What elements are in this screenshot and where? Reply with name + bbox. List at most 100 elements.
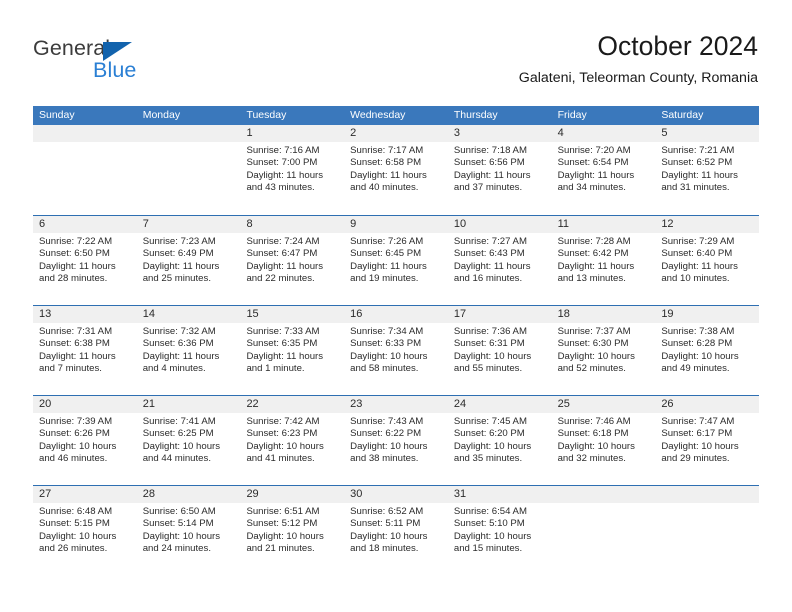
sunset-text: Sunset: 6:26 PM (39, 428, 110, 440)
calendar-day-cell[interactable]: 7 Sunrise: 7:23 AM Sunset: 6:49 PM Dayli… (136, 216, 241, 305)
daylight-text: Daylight: 10 hours and 58 minutes. (350, 350, 428, 374)
calendar-day-cell[interactable]: 16 Sunrise: 7:34 AM Sunset: 6:33 PM Dayl… (344, 306, 448, 395)
calendar-day-cell[interactable]: 23 Sunrise: 7:43 AM Sunset: 6:22 PM Dayl… (344, 396, 448, 485)
calendar-day-cell[interactable]: 31 Sunrise: 6:54 AM Sunset: 5:10 PM Dayl… (447, 486, 552, 579)
calendar-day-cell[interactable]: 5 Sunrise: 7:21 AM Sunset: 6:52 PM Dayli… (655, 125, 760, 215)
day-number-band: 4 (551, 125, 656, 142)
calendar-day-cell[interactable]: 6 Sunrise: 7:22 AM Sunset: 6:50 PM Dayli… (33, 216, 137, 305)
day-number: 21 (142, 398, 155, 410)
weekday-header-saturday: Saturday (661, 109, 704, 121)
sunset-text: Sunset: 5:14 PM (142, 518, 214, 530)
day-details (655, 503, 759, 506)
sunrise-text: Sunrise: 7:39 AM (39, 416, 113, 427)
calendar-day-cell[interactable]: 1 Sunrise: 7:16 AM Sunset: 7:00 PM Dayli… (240, 125, 345, 215)
daylight-text: Daylight: 10 hours and 29 minutes. (661, 440, 739, 464)
sunrise-text: Sunrise: 7:24 AM (246, 236, 320, 247)
weekday-header-wednesday: Wednesday (350, 109, 406, 121)
calendar-day-cell[interactable]: 21 Sunrise: 7:41 AM Sunset: 6:25 PM Dayl… (136, 396, 241, 485)
day-details (137, 142, 241, 145)
day-details: Sunrise: 7:23 AM Sunset: 6:49 PM Dayligh… (137, 233, 241, 285)
weekday-header-thursday: Thursday (453, 109, 498, 121)
day-number: 14 (142, 308, 155, 320)
daylight-text: Daylight: 10 hours and 24 minutes. (142, 530, 221, 554)
calendar-day-cell[interactable]: 13 Sunrise: 7:31 AM Sunset: 6:38 PM Dayl… (33, 306, 137, 395)
day-details: Sunrise: 7:33 AM Sunset: 6:35 PM Dayligh… (240, 323, 344, 375)
day-number: 3 (453, 127, 460, 139)
calendar-day-cell[interactable]: 4 Sunrise: 7:20 AM Sunset: 6:54 PM Dayli… (551, 125, 656, 215)
daylight-text: Daylight: 11 hours and 40 minutes. (350, 169, 427, 193)
calendar-day-cell[interactable]: 9 Sunrise: 7:26 AM Sunset: 6:45 PM Dayli… (344, 216, 448, 305)
calendar-day-cell[interactable]: 12 Sunrise: 7:29 AM Sunset: 6:40 PM Dayl… (655, 216, 760, 305)
sunset-text: Sunset: 6:22 PM (350, 428, 422, 440)
sunrise-text: Sunrise: 7:23 AM (142, 236, 216, 247)
sunrise-text: Sunrise: 6:52 AM (350, 506, 424, 517)
calendar-day-cell[interactable]: 14 Sunrise: 7:32 AM Sunset: 6:36 PM Dayl… (136, 306, 241, 395)
day-number-band (136, 125, 241, 142)
page-header: General Blue October 2024 Galateni, Tele… (0, 0, 792, 104)
daylight-text: Daylight: 10 hours and 26 minutes. (39, 530, 117, 554)
calendar-day-cell[interactable]: 11 Sunrise: 7:28 AM Sunset: 6:42 PM Dayl… (551, 216, 656, 305)
sunset-text: Sunset: 6:20 PM (453, 428, 525, 440)
calendar-day-cell[interactable]: 24 Sunrise: 7:45 AM Sunset: 6:20 PM Dayl… (447, 396, 552, 485)
day-number-band: 29 (240, 486, 345, 503)
day-details: Sunrise: 7:41 AM Sunset: 6:25 PM Dayligh… (137, 413, 241, 465)
calendar-grid: Sunday Monday Tuesday Wednesday Thursday… (33, 106, 760, 579)
weekday-header-friday: Friday (557, 109, 587, 121)
calendar-day-cell[interactable]: 18 Sunrise: 7:37 AM Sunset: 6:30 PM Dayl… (551, 306, 656, 395)
day-number: 11 (557, 218, 570, 230)
day-details: Sunrise: 6:52 AM Sunset: 5:11 PM Dayligh… (344, 503, 448, 555)
day-number: 15 (246, 308, 259, 320)
calendar-day-cell[interactable]: 17 Sunrise: 7:36 AM Sunset: 6:31 PM Dayl… (447, 306, 552, 395)
calendar-day-cell[interactable]: 10 Sunrise: 7:27 AM Sunset: 6:43 PM Dayl… (447, 216, 552, 305)
sunset-text: Sunset: 6:50 PM (39, 248, 110, 260)
day-details: Sunrise: 7:29 AM Sunset: 6:40 PM Dayligh… (655, 233, 759, 285)
day-number: 18 (557, 308, 570, 320)
calendar-day-cell[interactable]: 15 Sunrise: 7:33 AM Sunset: 6:35 PM Dayl… (240, 306, 345, 395)
day-details: Sunrise: 7:31 AM Sunset: 6:38 PM Dayligh… (33, 323, 137, 375)
day-number: 19 (661, 308, 674, 320)
day-number: 22 (246, 398, 259, 410)
general-blue-logo[interactable]: General Blue (33, 36, 233, 88)
calendar-day-cell[interactable]: 28 Sunrise: 6:50 AM Sunset: 5:14 PM Dayl… (136, 486, 241, 579)
sunrise-text: Sunrise: 7:34 AM (350, 326, 424, 337)
daylight-text: Daylight: 11 hours and 4 minutes. (142, 350, 220, 374)
day-number: 13 (39, 308, 52, 320)
daylight-text: Daylight: 11 hours and 16 minutes. (453, 260, 531, 284)
day-number: 17 (453, 308, 467, 320)
calendar-day-cell[interactable]: 3 Sunrise: 7:18 AM Sunset: 6:56 PM Dayli… (447, 125, 552, 215)
calendar-day-cell[interactable]: 2 Sunrise: 7:17 AM Sunset: 6:58 PM Dayli… (344, 125, 448, 215)
calendar-day-cell[interactable]: 8 Sunrise: 7:24 AM Sunset: 6:47 PM Dayli… (240, 216, 345, 305)
day-number: 5 (661, 127, 668, 139)
sunrise-text: Sunrise: 7:26 AM (350, 236, 424, 247)
daylight-text: Daylight: 11 hours and 43 minutes. (246, 169, 324, 193)
calendar-day-cell[interactable]: 26 Sunrise: 7:47 AM Sunset: 6:17 PM Dayl… (655, 396, 760, 485)
sunset-text: Sunset: 6:52 PM (661, 157, 733, 169)
calendar-day-cell[interactable]: 27 Sunrise: 6:48 AM Sunset: 5:15 PM Dayl… (33, 486, 137, 579)
sunrise-text: Sunrise: 6:51 AM (246, 506, 320, 517)
calendar-day-cell[interactable]: 29 Sunrise: 6:51 AM Sunset: 5:12 PM Dayl… (240, 486, 345, 579)
day-details: Sunrise: 7:28 AM Sunset: 6:42 PM Dayligh… (552, 233, 656, 285)
day-details: Sunrise: 7:32 AM Sunset: 6:36 PM Dayligh… (137, 323, 241, 375)
sunset-text: Sunset: 6:18 PM (557, 428, 629, 440)
sunset-text: Sunset: 6:36 PM (142, 338, 214, 350)
sunset-text: Sunset: 6:30 PM (557, 338, 629, 350)
day-number: 28 (142, 488, 155, 500)
sunrise-text: Sunrise: 7:46 AM (557, 416, 631, 427)
calendar-day-cell[interactable]: 20 Sunrise: 7:39 AM Sunset: 6:26 PM Dayl… (33, 396, 137, 485)
day-details: Sunrise: 6:51 AM Sunset: 5:12 PM Dayligh… (240, 503, 344, 555)
day-details: Sunrise: 7:47 AM Sunset: 6:17 PM Dayligh… (655, 413, 759, 465)
calendar-day-cell[interactable]: 25 Sunrise: 7:46 AM Sunset: 6:18 PM Dayl… (551, 396, 656, 485)
day-details: Sunrise: 7:16 AM Sunset: 7:00 PM Dayligh… (240, 142, 344, 194)
calendar-day-cell[interactable]: 19 Sunrise: 7:38 AM Sunset: 6:28 PM Dayl… (655, 306, 760, 395)
day-number-band: 5 (655, 125, 760, 142)
daylight-text: Daylight: 10 hours and 49 minutes. (661, 350, 739, 374)
calendar-day-cell[interactable]: 30 Sunrise: 6:52 AM Sunset: 5:11 PM Dayl… (344, 486, 448, 579)
daylight-text: Daylight: 11 hours and 10 minutes. (661, 260, 738, 284)
day-details (33, 142, 137, 145)
daylight-text: Daylight: 11 hours and 31 minutes. (661, 169, 738, 193)
day-details: Sunrise: 7:36 AM Sunset: 6:31 PM Dayligh… (448, 323, 552, 375)
day-number: 7 (142, 218, 149, 230)
day-number: 20 (39, 398, 52, 410)
daylight-text: Daylight: 10 hours and 55 minutes. (453, 350, 532, 374)
calendar-day-cell[interactable]: 22 Sunrise: 7:42 AM Sunset: 6:23 PM Dayl… (240, 396, 345, 485)
